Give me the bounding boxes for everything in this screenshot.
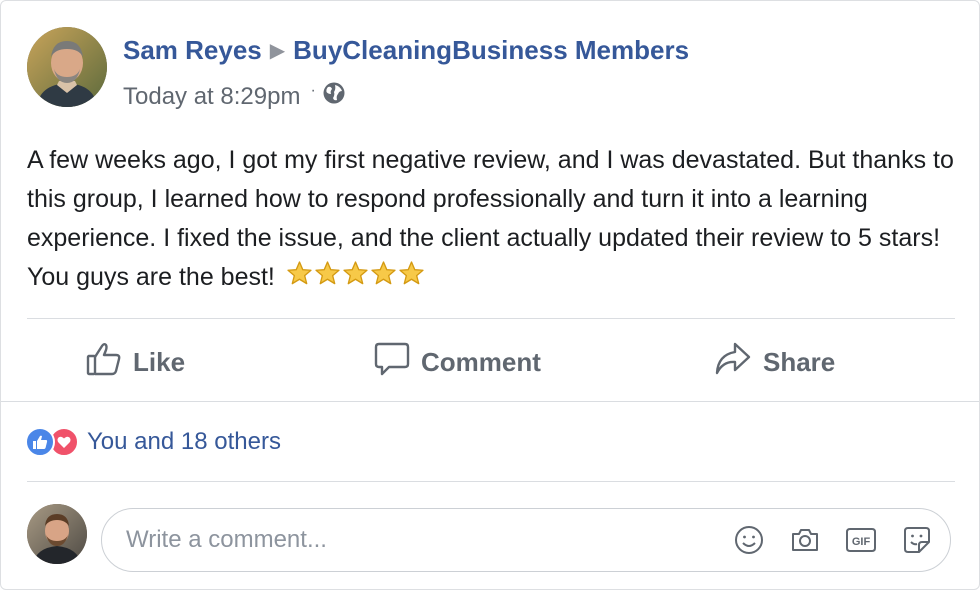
share-label: Share [763, 346, 836, 377]
sticker-icon[interactable] [900, 523, 934, 557]
meta-separator: · [310, 81, 316, 99]
star-emoji [343, 261, 368, 285]
reactions-summary[interactable]: You and 18 others [25, 427, 281, 457]
reactions-count-text[interactable]: You and 18 others [87, 428, 281, 456]
emoji-icon[interactable] [732, 523, 766, 557]
current-user-avatar [27, 504, 87, 564]
comment-label: Comment [421, 346, 541, 377]
post-text: A few weeks ago, I got my first negative… [27, 146, 954, 291]
speech-bubble-icon [373, 340, 411, 385]
svg-text:GIF: GIF [852, 536, 871, 548]
share-arrow-icon [713, 340, 753, 385]
star-emoji [315, 261, 340, 285]
divider [27, 318, 955, 319]
globe-icon[interactable] [322, 81, 346, 112]
comment-tools: GIF [732, 523, 934, 557]
comment-input[interactable] [124, 525, 688, 555]
post-timestamp[interactable]: Today at 8:29pm [123, 83, 300, 111]
author-name-link[interactable]: Sam Reyes [123, 35, 262, 65]
camera-icon[interactable] [788, 523, 822, 557]
thumbs-up-icon [85, 340, 123, 385]
comment-button[interactable]: Comment [373, 339, 541, 385]
author-avatar[interactable] [27, 27, 107, 107]
share-button[interactable]: Share [713, 339, 835, 385]
post-meta: Today at 8:29pm · [123, 81, 346, 112]
like-reaction-icon [25, 427, 55, 457]
share-arrow-icon: ▶ [269, 40, 286, 62]
star-emoji-group [286, 260, 425, 287]
gif-icon[interactable]: GIF [844, 523, 878, 557]
star-emoji [399, 261, 424, 285]
like-label: Like [133, 346, 186, 377]
post-header-names: Sam Reyes ▶ BuyCleaningBusiness Members [123, 35, 689, 66]
post-body: A few weeks ago, I got my first negative… [27, 141, 957, 297]
star-emoji [371, 261, 396, 285]
divider [27, 481, 955, 482]
post-card: Sam Reyes ▶ BuyCleaningBusiness Members To… [0, 0, 980, 590]
divider [1, 401, 979, 402]
like-button[interactable]: Like [85, 339, 185, 385]
star-emoji [287, 261, 312, 285]
comment-box: GIF [101, 508, 951, 572]
group-name-link[interactable]: BuyCleaningBusiness Members [293, 35, 689, 65]
